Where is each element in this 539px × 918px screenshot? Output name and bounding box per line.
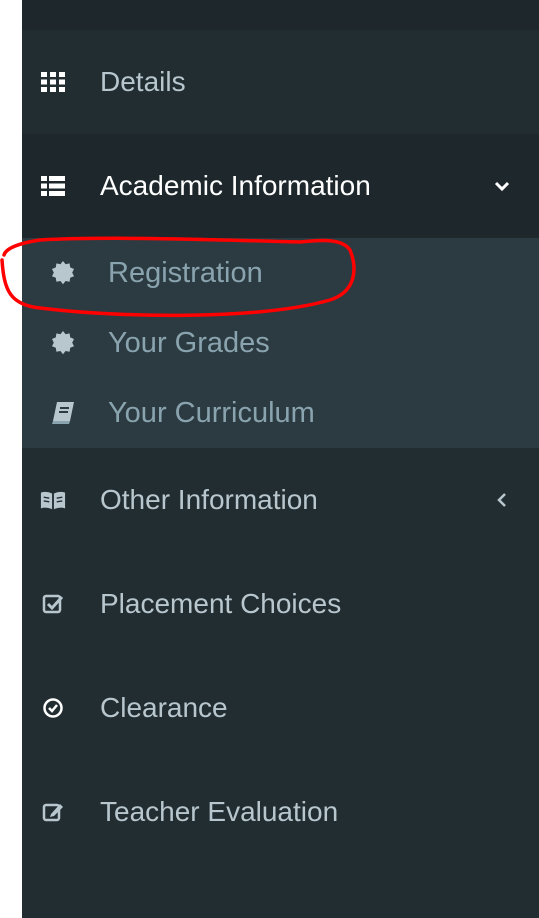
menu-item-label: Details xyxy=(100,66,186,97)
checkbox-icon xyxy=(40,591,66,617)
chevron-down-icon[interactable] xyxy=(491,175,513,197)
menu-item-label: Clearance xyxy=(100,692,228,723)
check-circle-icon xyxy=(40,695,66,721)
submenu-item-label: Registration xyxy=(108,256,263,289)
chevron-left-icon[interactable] xyxy=(491,489,513,511)
submenu-item-label: Your Curriculum xyxy=(108,396,315,429)
book-icon xyxy=(50,400,76,426)
list-icon xyxy=(40,173,66,199)
menu-item-academic-information[interactable]: Academic Information xyxy=(22,134,539,238)
submenu-item-your-curriculum[interactable]: Your Curriculum xyxy=(22,378,539,448)
menu-item-placement-choices[interactable]: Placement Choices xyxy=(22,552,539,656)
menu-item-other-information[interactable]: Other Information xyxy=(22,448,539,552)
menu-item-label: Placement Choices xyxy=(100,588,342,619)
menu-item-label: Other Information xyxy=(100,484,318,515)
menu-item-clearance[interactable]: Clearance xyxy=(22,656,539,760)
sidebar-menu: Details Academic Information Registratio… xyxy=(22,0,539,918)
submenu-item-registration[interactable]: Registration xyxy=(22,238,539,308)
sidebar-top-strip xyxy=(22,0,539,30)
open-book-icon xyxy=(40,487,66,513)
badge-icon xyxy=(50,330,76,356)
menu-item-details[interactable]: Details xyxy=(22,30,539,134)
badge-icon xyxy=(50,260,76,286)
submenu-item-your-grades[interactable]: Your Grades xyxy=(22,308,539,378)
menu-item-teacher-evaluation[interactable]: Teacher Evaluation xyxy=(22,760,539,864)
grid-icon xyxy=(40,69,66,95)
menu-item-label: Teacher Evaluation xyxy=(100,796,339,827)
edit-icon xyxy=(40,799,66,825)
menu-item-label: Academic Information xyxy=(100,170,371,201)
academic-submenu: Registration Your Grades Your Curriculum xyxy=(22,238,539,448)
submenu-item-label: Your Grades xyxy=(108,326,270,359)
